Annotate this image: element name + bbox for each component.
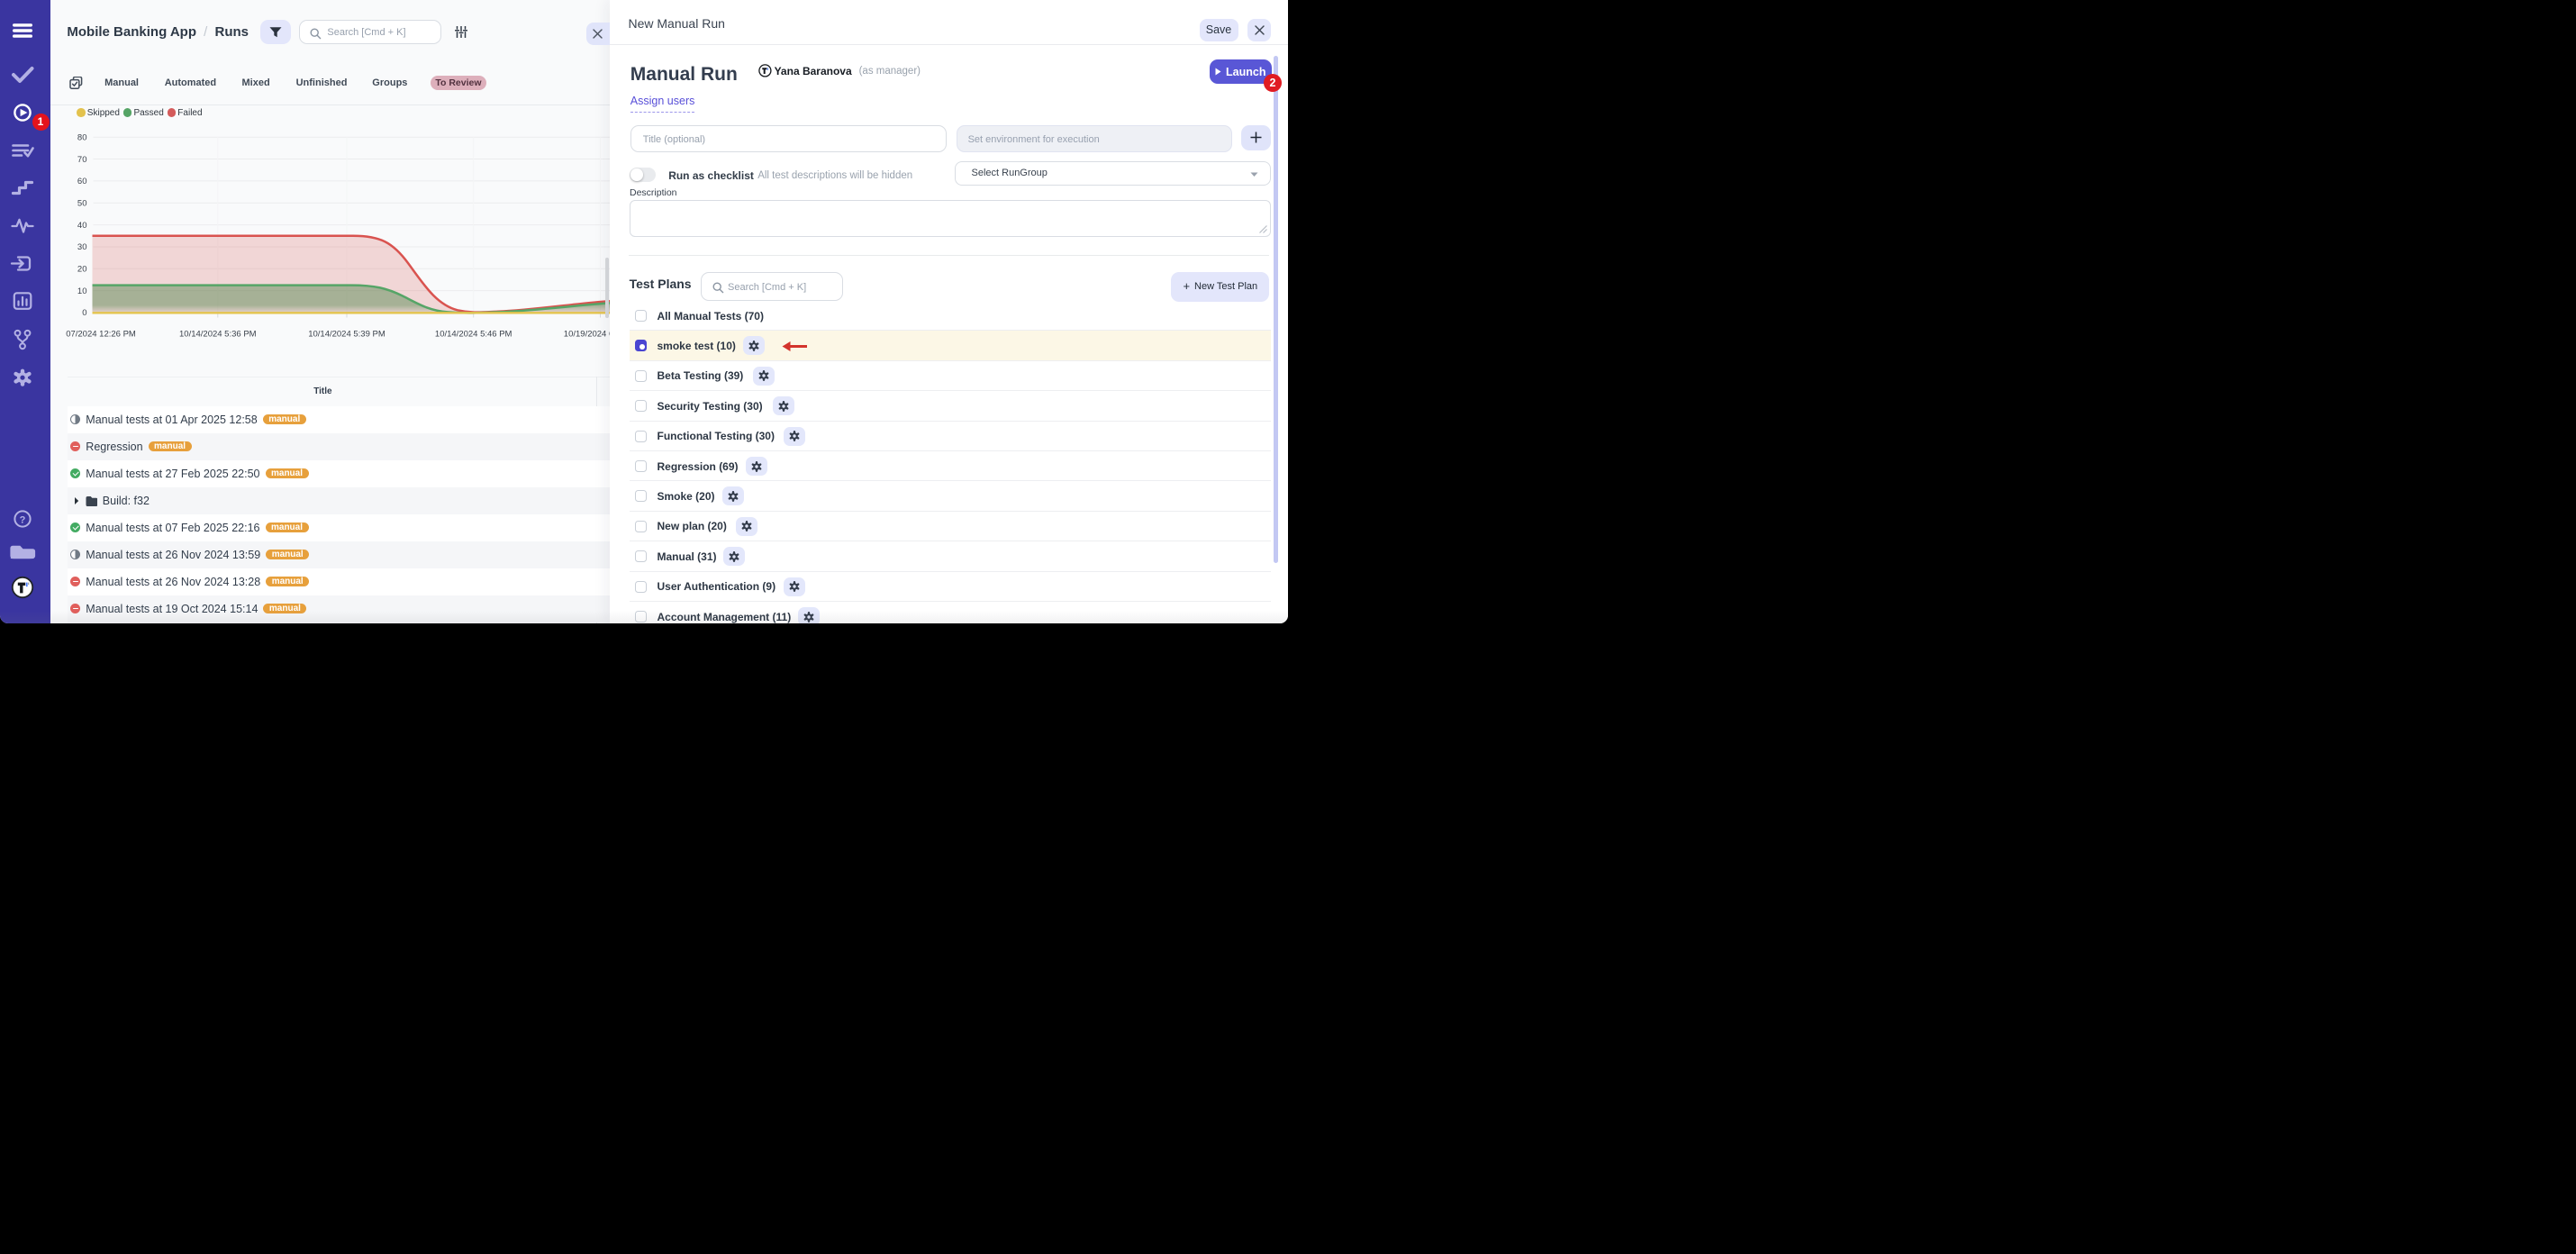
svg-text:10/14/2024 5:46 PM: 10/14/2024 5:46 PM (435, 330, 512, 340)
svg-text:50: 50 (77, 198, 87, 208)
svg-text:20: 20 (77, 265, 87, 275)
svg-text:10/19/2024 6:13 PM: 10/19/2024 6:13 PM (564, 330, 610, 340)
svg-text:07/2024 12:26 PM: 07/2024 12:26 PM (66, 330, 136, 340)
svg-text:30: 30 (77, 242, 87, 252)
svg-text:80: 80 (77, 132, 87, 142)
svg-text:10/14/2024 5:36 PM: 10/14/2024 5:36 PM (179, 330, 257, 340)
svg-text:?: ? (20, 515, 26, 526)
svg-text:70: 70 (77, 155, 87, 165)
svg-text:60: 60 (77, 177, 87, 186)
svg-text:40: 40 (77, 221, 87, 231)
svg-text:10/14/2024 5:39 PM: 10/14/2024 5:39 PM (308, 330, 385, 340)
svg-text:10: 10 (77, 286, 87, 296)
svg-text:0: 0 (82, 308, 86, 318)
